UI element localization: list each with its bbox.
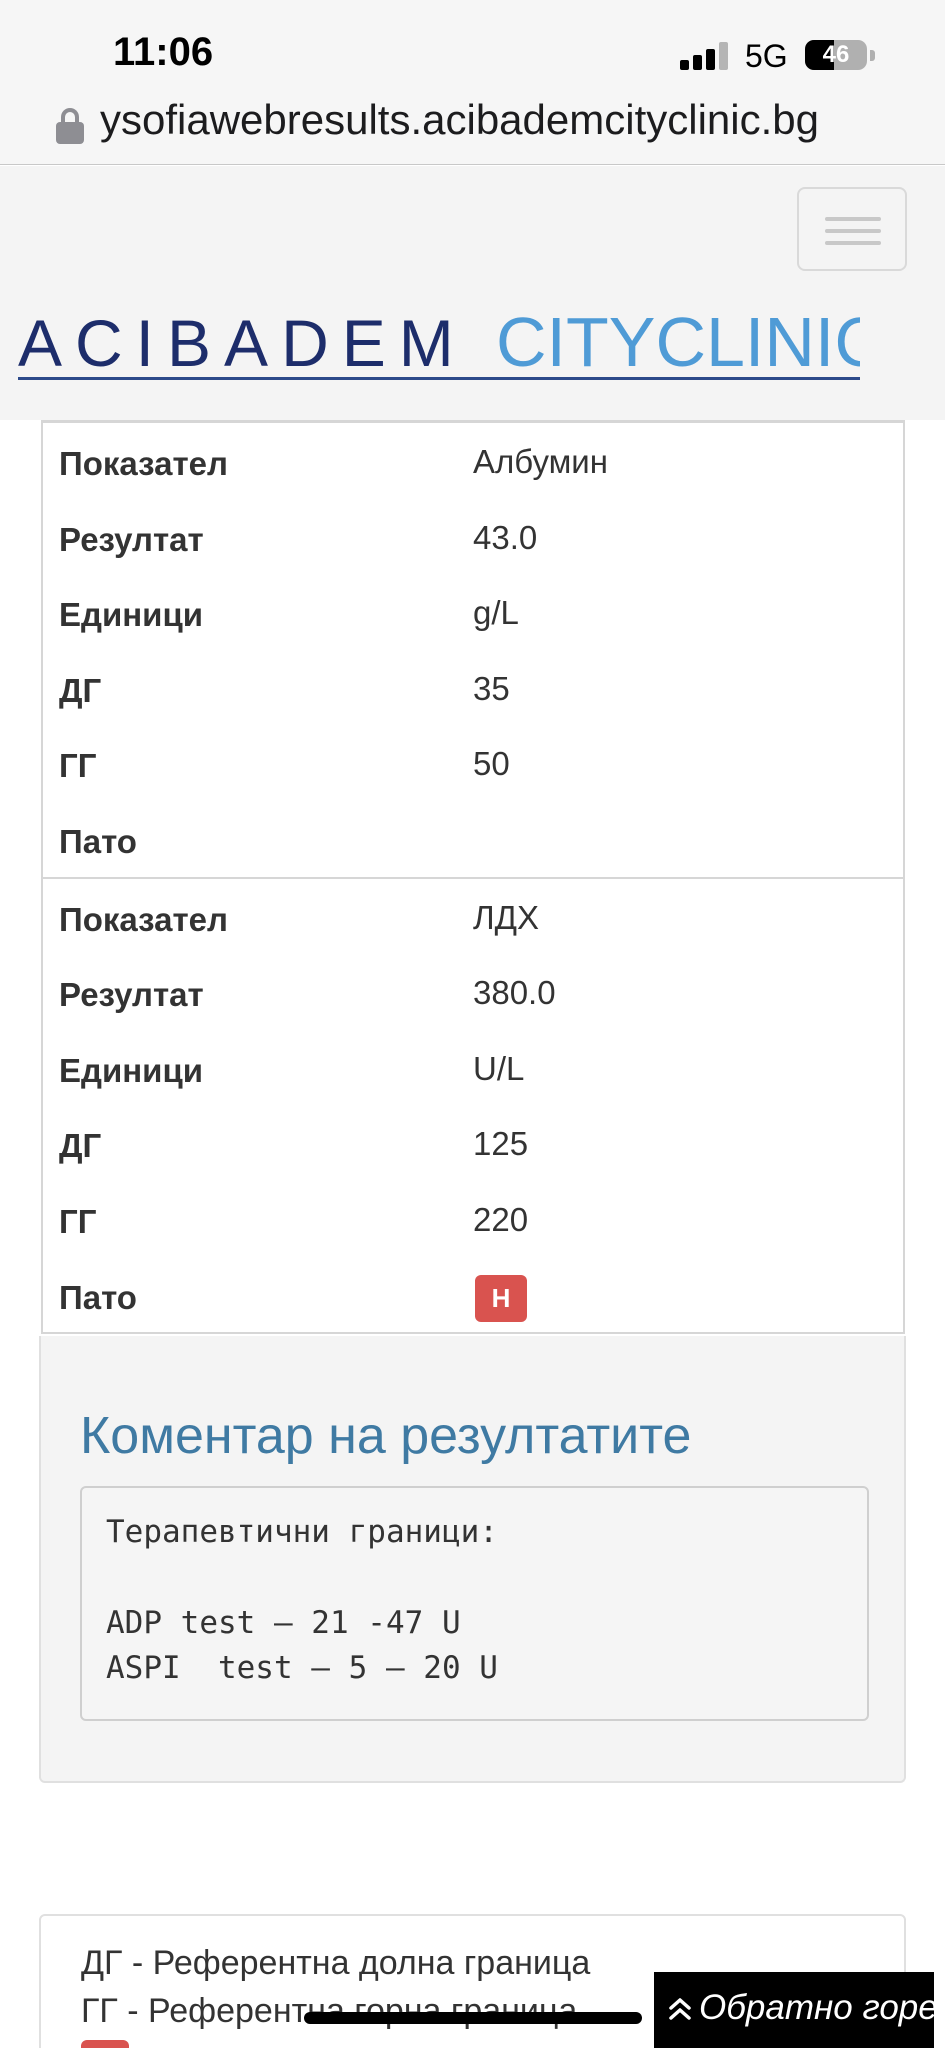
row-label: Резултат	[59, 976, 204, 1014]
comment-box: Терапевтични граници: ADP test – 21 -47 …	[80, 1486, 869, 1721]
result-row: Пато	[43, 801, 903, 877]
row-label: Единици	[59, 1051, 204, 1089]
row-label: Резултат	[59, 520, 204, 558]
logo-text-acibadem: ACIBADEM	[18, 306, 467, 380]
menu-toggle-button[interactable]	[797, 187, 907, 271]
comment-line: ADP test – 21 -47 U	[106, 1605, 461, 1641]
result-row: Пато H	[43, 1257, 903, 1333]
row-label: Показател	[59, 900, 228, 938]
back-to-top-button[interactable]: Обратно горе	[654, 1972, 938, 2048]
comment-panel: Коментар на резултатите Терапевтични гра…	[39, 1336, 906, 1783]
battery-icon: 46	[805, 40, 867, 70]
result-row: ДГ 35	[43, 650, 903, 726]
row-label: ГГ	[59, 1202, 97, 1240]
row-label: Единици	[59, 596, 204, 634]
comment-line: Терапевтични граници:	[106, 1514, 498, 1550]
result-row: Резултат 380.0	[43, 954, 903, 1030]
row-value: 50	[473, 745, 510, 783]
legend-badge	[81, 2040, 129, 2048]
row-label: ДГ	[59, 1127, 102, 1165]
result-group-ldh: Показател ЛДХ Резултат 380.0 Единици U/L…	[43, 879, 903, 1333]
status-time: 11:06	[113, 30, 214, 74]
row-label: Пато	[59, 1278, 137, 1316]
status-bar: 11:06 5G 46	[0, 0, 945, 90]
url-text[interactable]: ysofiawebresults.acibademcityclinic.bg	[100, 96, 819, 144]
comment-line: ASPI test – 5 – 20 U	[106, 1650, 498, 1686]
battery-tip	[870, 50, 875, 61]
logo-underline	[18, 377, 860, 380]
comment-title: Коментар на резултатите	[80, 1407, 692, 1465]
row-label: ГГ	[59, 747, 97, 785]
battery-level: 46	[822, 41, 850, 68]
pathology-badge: H	[475, 1274, 527, 1322]
lock-icon	[56, 108, 84, 144]
row-label: Показател	[59, 445, 228, 482]
result-group-albumin: Показател Албумин Резултат 43.0 Единици …	[43, 423, 903, 879]
results-table: Показател Албумин Резултат 43.0 Единици …	[41, 420, 905, 1335]
legend-line-dg: ДГ - Референтна долна граница	[81, 1944, 591, 1982]
row-value: 380.0	[473, 974, 556, 1012]
result-row: ДГ 125	[43, 1105, 903, 1181]
result-row: ГГ 50	[43, 725, 903, 801]
url-bar[interactable]: ysofiawebresults.acibademcityclinic.bg	[0, 90, 945, 165]
row-label: ДГ	[59, 671, 102, 709]
row-label: Пато	[59, 822, 137, 860]
site-header: ACIBADEM CITYCLINIC	[0, 166, 945, 420]
acibadem-cityclinic-logo[interactable]: ACIBADEM CITYCLINIC	[18, 304, 860, 404]
row-value: 35	[473, 669, 510, 707]
result-row: Резултат 43.0	[43, 499, 903, 575]
row-value: Албумин	[473, 443, 608, 480]
result-row: Показател ЛДХ	[43, 879, 903, 955]
result-row: Показател Албумин	[43, 423, 903, 499]
row-value: g/L	[473, 594, 519, 632]
result-row: ГГ 220	[43, 1181, 903, 1257]
back-to-top-label: Обратно горе	[699, 1988, 938, 2027]
signal-icon	[680, 40, 730, 70]
home-indicator[interactable]	[304, 2012, 642, 2024]
logo-text-cityclinic: CITYCLINIC	[496, 304, 860, 381]
result-row: Единици U/L	[43, 1030, 903, 1106]
row-value: 43.0	[473, 518, 538, 556]
network-label: 5G	[745, 38, 788, 74]
result-row: Единици g/L	[43, 574, 903, 650]
row-value: ЛДХ	[473, 898, 540, 936]
row-value: 125	[473, 1125, 529, 1163]
row-value: U/L	[473, 1049, 525, 1087]
row-value: 220	[473, 1200, 529, 1238]
double-chevron-up-icon	[669, 1998, 691, 2020]
